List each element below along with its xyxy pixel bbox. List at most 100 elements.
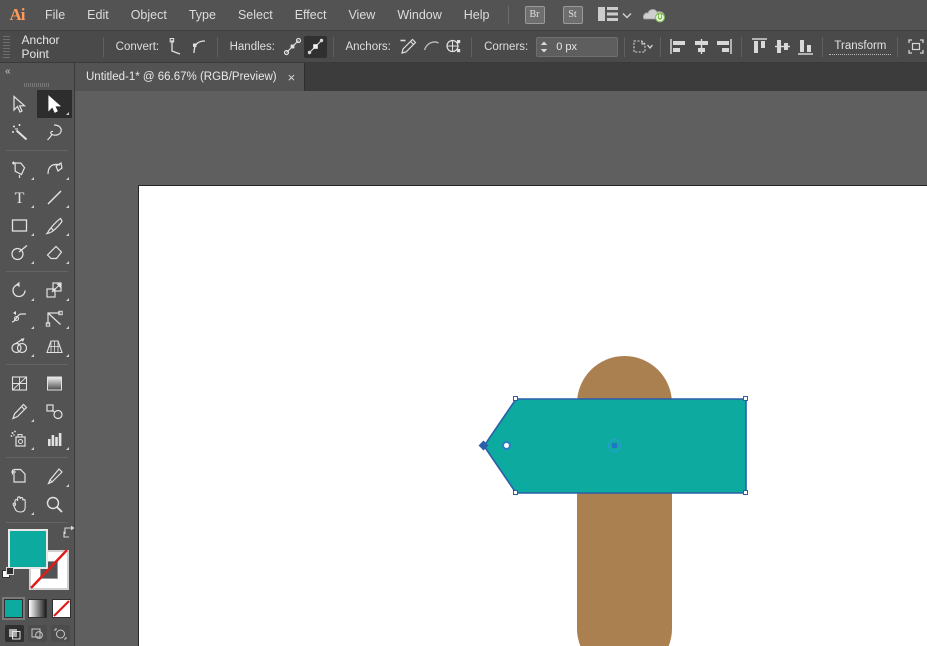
tool-slice[interactable] [37,462,72,490]
corners-input[interactable]: 0 px [551,38,617,56]
tool-rotate[interactable] [2,276,37,304]
fill-stroke-controls [2,525,75,591]
swap-fill-stroke-icon[interactable] [63,525,76,541]
tool-shape-builder[interactable] [2,332,37,360]
tool-gradient[interactable] [37,369,72,397]
draw-normal-icon[interactable] [4,625,24,642]
align-left-icon[interactable] [667,36,690,58]
tool-shaper[interactable] [2,239,37,267]
transform-button[interactable]: Transform [829,38,892,55]
tool-blend[interactable] [37,397,72,425]
tool-flyout-arrow-icon [31,298,34,301]
collapse-panel-icon[interactable]: « [5,66,10,77]
tool-scale[interactable] [37,276,72,304]
default-fill-stroke-icon[interactable] [2,567,15,583]
convert-to-smooth-icon[interactable] [188,36,211,58]
hide-handles-icon[interactable] [303,35,327,58]
menu-help[interactable]: Help [453,0,501,31]
tool-paintbrush[interactable] [37,211,72,239]
divider [102,36,104,57]
menu-type[interactable]: Type [178,0,227,31]
teal-arrow-shape[interactable] [479,396,749,496]
align-bottom-icon[interactable] [794,36,817,58]
control-bar-title: Anchor Point [21,32,60,61]
tool-flyout-arrow-icon [66,233,69,236]
tool-free-transform[interactable] [37,304,72,332]
tool-flyout-arrow-icon [66,177,69,180]
tool-magic-wand[interactable] [2,118,37,146]
tool-flyout-arrow-icon [66,112,69,115]
tool-type[interactable]: T [2,183,37,211]
menu-effect[interactable]: Effect [284,0,338,31]
creative-cloud-icon[interactable] [642,6,668,24]
tool-direct-selection[interactable] [37,90,72,118]
tool-line-segment[interactable] [37,183,72,211]
menu-select[interactable]: Select [227,0,284,31]
bridge-badge[interactable]: Br [524,6,545,24]
tool-flyout-arrow-icon [31,512,34,515]
align-vertical-center-icon[interactable] [771,36,794,58]
canvas-area[interactable] [75,91,927,646]
tool-rectangle[interactable] [2,211,37,239]
anchors-label: Anchors: [345,40,391,53]
draw-inside-icon[interactable] [50,625,70,642]
workspace-switcher[interactable] [597,6,632,24]
document-tab-bar: Untitled-1* @ 66.67% (RGB/Preview) × [75,63,927,91]
tool-panel-header[interactable]: « [0,63,74,79]
menu-object[interactable]: Object [120,0,178,31]
color-mode-icon[interactable] [1,597,25,620]
close-icon[interactable]: × [288,71,296,84]
tool-artboard[interactable] [2,462,37,490]
tool-divider [6,150,68,151]
divider [822,36,824,57]
align-horizontal-center-icon[interactable] [690,36,713,58]
tool-flyout-arrow-icon [31,419,34,422]
convert-to-corner-icon[interactable] [165,36,188,58]
corners-stepper[interactable] [537,40,551,54]
tool-eraser[interactable] [37,239,72,267]
menu-edit[interactable]: Edit [76,0,120,31]
tool-pen[interactable] [2,155,37,183]
align-top-icon[interactable] [748,36,771,58]
tool-column-graph[interactable] [37,425,72,453]
fill-swatch[interactable] [8,529,48,569]
tool-width[interactable] [2,304,37,332]
tool-selection[interactable] [2,90,37,118]
document-tab[interactable]: Untitled-1* @ 66.67% (RGB/Preview) × [75,63,306,91]
corners-field[interactable]: 0 px [536,36,619,57]
tool-flyout-arrow-icon [31,233,34,236]
tool-flyout-arrow-icon [31,354,34,357]
tool-hand[interactable] [2,490,37,518]
connect-anchors-icon[interactable] [420,36,443,58]
isolate-anchor-icon[interactable] [442,36,465,58]
stock-badge[interactable]: St [562,6,583,24]
gradient-mode-icon[interactable] [27,599,47,618]
tool-eyedropper[interactable] [2,397,37,425]
tool-panel-grip[interactable] [0,79,74,90]
draw-behind-icon[interactable] [27,625,47,642]
divider [332,36,334,57]
control-bar: Anchor Point Convert: Handles: Anchors: … [0,31,927,63]
none-mode-icon[interactable] [51,599,71,618]
draw-mode-group [0,625,74,642]
menu-view[interactable]: View [337,0,386,31]
remove-anchor-icon[interactable] [397,36,420,58]
control-bar-grip[interactable] [3,35,12,59]
tool-flyout-arrow-icon [66,484,69,487]
tool-lasso[interactable] [37,118,72,146]
tool-curvature[interactable] [37,155,72,183]
tool-divider [6,457,68,458]
tool-symbol-sprayer[interactable] [2,425,37,453]
tool-flyout-arrow-icon [66,447,69,450]
menu-window[interactable]: Window [386,0,452,31]
menu-file[interactable]: File [34,0,76,31]
edit-toolbar-icon[interactable] [904,36,927,58]
artboard[interactable] [138,185,927,646]
tool-perspective-grid[interactable] [37,332,72,360]
illustrator-window: Ai File Edit Object Type Select Effect V… [0,0,927,646]
tool-zoom[interactable] [37,490,72,518]
align-right-icon[interactable] [712,36,735,58]
shape-options-icon[interactable] [631,36,654,58]
tool-mesh[interactable] [2,369,37,397]
show-handles-icon[interactable] [281,36,304,58]
